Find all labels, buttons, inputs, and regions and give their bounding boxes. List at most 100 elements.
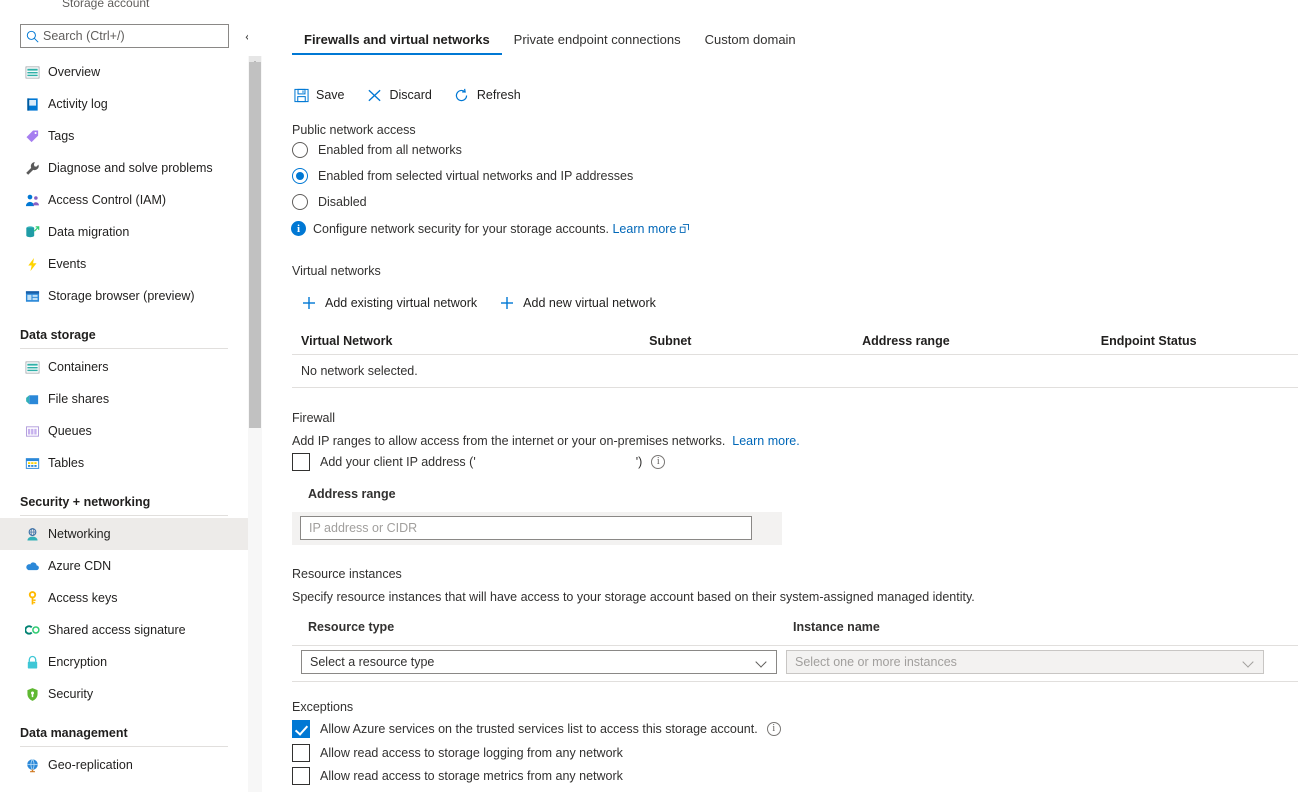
sidebar-item-access-control-iam[interactable]: Access Control (IAM)	[0, 184, 248, 216]
tab-custom-domain[interactable]: Custom domain	[693, 32, 808, 55]
sidebar-item-events[interactable]: Events	[0, 248, 248, 280]
sidebar-item-diagnose-and-solve-problems[interactable]: Diagnose and solve problems	[0, 152, 248, 184]
exception-label: Allow Azure services on the trusted serv…	[320, 722, 758, 736]
column-header-subnet[interactable]: Subnet	[649, 334, 862, 348]
client-ip-label-suffix: ')	[635, 455, 643, 469]
sidebar-item-azure-cdn[interactable]: Azure CDN	[0, 550, 248, 582]
activity-log-icon	[24, 96, 40, 112]
sidebar-item-label: Containers	[48, 360, 109, 374]
sidebar-item-data-migration[interactable]: Data migration	[0, 216, 248, 248]
tables-icon	[24, 455, 40, 471]
column-header-virtual-network[interactable]: Virtual Network	[292, 334, 649, 348]
sidebar-group-divider	[20, 348, 228, 349]
table-bottom-divider	[292, 387, 1298, 388]
sidebar-item-label: Data migration	[48, 225, 130, 239]
wrench-icon	[24, 160, 40, 176]
radio-enabled-from-selected-networks[interactable]: Enabled from selected virtual networks a…	[292, 168, 633, 184]
sidebar-item-containers[interactable]: Containers	[0, 351, 248, 383]
address-range-input[interactable]	[300, 516, 752, 540]
sidebar-group-divider	[20, 746, 228, 747]
allow-azure-services-checkbox[interactable]	[292, 720, 310, 738]
column-header-endpoint-status[interactable]: Endpoint Status	[1101, 334, 1298, 348]
sidebar-item-label: Events	[48, 257, 87, 271]
sidebar-item-security[interactable]: Security	[0, 678, 248, 710]
resource-instances-title: Resource instances	[292, 567, 402, 581]
radio-enabled-from-all-networks[interactable]: Enabled from all networks	[292, 142, 462, 158]
sidebar-item-tables[interactable]: Tables	[0, 447, 248, 479]
instance-name-select[interactable]: Select one or more instances	[786, 650, 1264, 674]
resource-instances-bottom-divider	[292, 681, 1298, 682]
save-disk-icon	[293, 87, 309, 103]
sidebar-item-queues[interactable]: Queues	[0, 415, 248, 447]
radio-indicator	[292, 168, 308, 184]
tab-firewalls-and-virtual-networks[interactable]: Firewalls and virtual networks	[292, 32, 502, 55]
lock-icon	[24, 654, 40, 670]
sidebar-group-security-networking: Security + networking	[20, 495, 151, 509]
add-new-virtual-network-button[interactable]: Add new virtual network	[499, 295, 656, 311]
events-lightning-icon	[24, 256, 40, 272]
discard-button[interactable]: Discard	[367, 83, 444, 107]
sidebar-item-encryption[interactable]: Encryption	[0, 646, 248, 678]
firewall-learn-more-link[interactable]: Learn more.	[732, 434, 799, 448]
shared-access-signature-icon	[24, 622, 40, 638]
discard-x-icon	[367, 87, 383, 103]
radio-disabled[interactable]: Disabled	[292, 194, 367, 210]
sidebar-item-overview[interactable]: Overview	[0, 56, 248, 88]
resource-type-select[interactable]: Select a resource type	[301, 650, 777, 674]
queues-icon	[24, 423, 40, 439]
shield-icon	[24, 686, 40, 702]
save-label: Save	[316, 88, 345, 102]
sidebar-item-activity-log[interactable]: Activity log	[0, 88, 248, 120]
column-header-resource-type: Resource type	[308, 620, 395, 634]
info-circle-outline-icon[interactable]: i	[766, 722, 781, 736]
tab-private-endpoint-connections[interactable]: Private endpoint connections	[502, 32, 693, 55]
sidebar-item-access-keys[interactable]: Access keys	[0, 582, 248, 614]
exception-allow-azure-services-row[interactable]: Allow Azure services on the trusted serv…	[292, 720, 781, 738]
info-circle-icon: i	[291, 221, 306, 236]
sidebar-item-label: Diagnose and solve problems	[48, 161, 213, 175]
column-header-instance-name: Instance name	[793, 620, 880, 634]
allow-storage-logging-checkbox[interactable]	[292, 744, 310, 762]
sidebar-item-networking[interactable]: Networking	[0, 518, 248, 550]
sidebar-scrollbar-thumb[interactable]	[249, 62, 261, 428]
exception-allow-storage-logging-row[interactable]: Allow read access to storage logging fro…	[292, 744, 623, 762]
info-circle-outline-icon[interactable]: i	[651, 455, 666, 469]
virtual-networks-title: Virtual networks	[292, 264, 381, 278]
add-client-ip-checkbox-row[interactable]: Add your client IP address (' ') i	[292, 453, 666, 471]
learn-more-link[interactable]: Learn more	[612, 222, 676, 236]
sidebar-item-label: Activity log	[48, 97, 108, 111]
collapse-menu-icon[interactable]: «	[240, 27, 248, 45]
discard-label: Discard	[389, 88, 432, 102]
sidebar-item-file-shares[interactable]: File shares	[0, 383, 248, 415]
search-input[interactable]	[43, 26, 223, 46]
add-client-ip-checkbox[interactable]	[292, 453, 310, 471]
file-shares-icon	[24, 391, 40, 407]
breadcrumb-resource-type: Storage account	[62, 0, 150, 10]
refresh-circular-arrow-icon	[454, 87, 470, 103]
access-control-icon	[24, 192, 40, 208]
sidebar-item-storage-browser-preview[interactable]: Storage browser (preview)	[0, 280, 248, 312]
network-security-info-banner: i Configure network security for your st…	[291, 221, 690, 236]
add-existing-virtual-network-button[interactable]: Add existing virtual network	[301, 295, 477, 311]
networking-icon	[24, 526, 40, 542]
column-header-address-range[interactable]: Address range	[862, 334, 1101, 348]
chevron-down-icon	[1243, 656, 1255, 668]
allow-storage-metrics-checkbox[interactable]	[292, 767, 310, 785]
sidebar-item-label: Access Control (IAM)	[48, 193, 167, 207]
exception-allow-storage-metrics-row[interactable]: Allow read access to storage metrics fro…	[292, 767, 623, 785]
refresh-label: Refresh	[476, 88, 521, 102]
sidebar-group-data-management: Data management	[20, 726, 128, 740]
refresh-button[interactable]: Refresh	[454, 83, 533, 107]
sidebar-item-label: File shares	[48, 392, 110, 406]
exception-label: Allow read access to storage logging fro…	[320, 746, 623, 760]
firewall-title: Firewall	[292, 411, 336, 425]
sidebar-item-shared-access-signature[interactable]: Shared access signature	[0, 614, 248, 646]
sidebar-item-label: Tables	[48, 456, 85, 470]
sidebar-item-label: Azure CDN	[48, 559, 112, 573]
sidebar-search[interactable]	[20, 24, 229, 48]
sidebar-item-label: Networking	[48, 527, 111, 541]
sidebar-item-geo-replication[interactable]: Geo-replication	[0, 749, 248, 781]
sidebar-item-tags[interactable]: Tags	[0, 120, 248, 152]
save-button[interactable]: Save	[293, 83, 357, 107]
virtual-networks-table: Virtual Network Subnet Address range End…	[292, 328, 1298, 388]
